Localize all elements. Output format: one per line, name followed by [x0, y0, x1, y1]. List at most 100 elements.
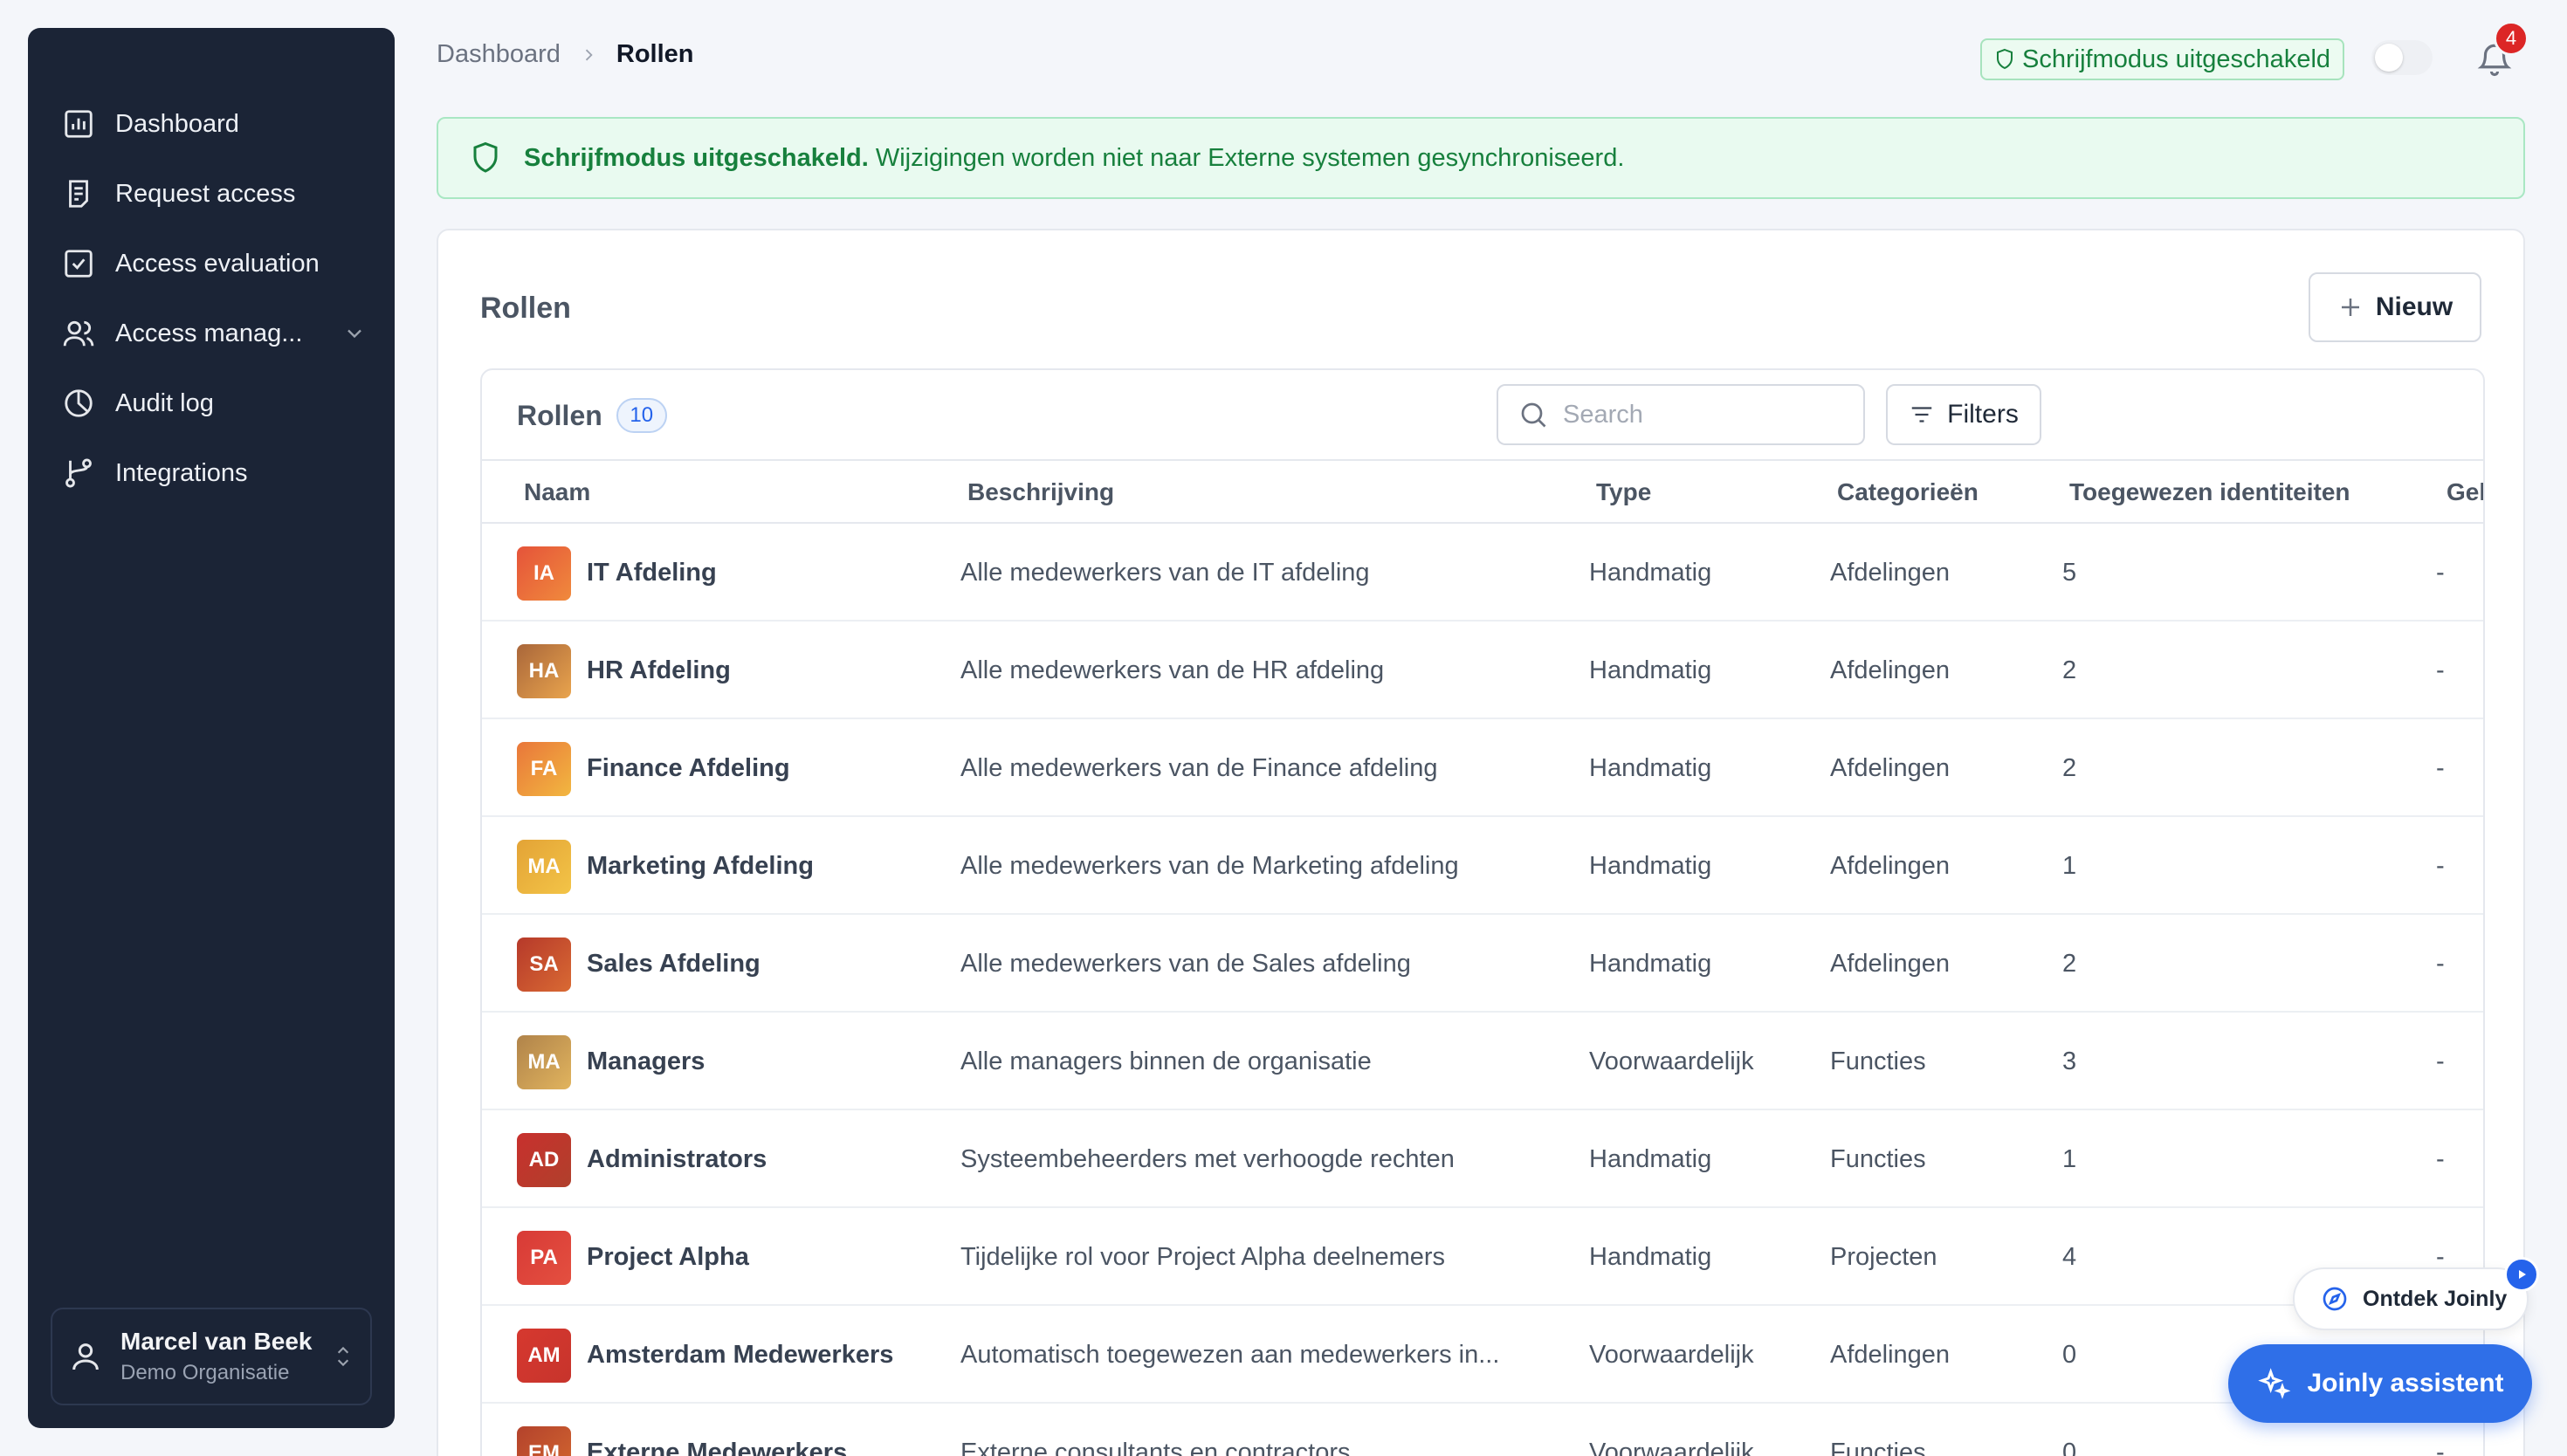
- column-header-extra[interactable]: Gel: [2447, 478, 2483, 506]
- user-icon: [72, 1343, 99, 1370]
- discover-label: Ontdek Joinly: [2363, 1286, 2508, 1311]
- role-name[interactable]: Project Alpha: [587, 1243, 749, 1272]
- role-name[interactable]: Managers: [587, 1047, 705, 1076]
- role-name[interactable]: HR Afdeling: [587, 656, 731, 685]
- user-switcher[interactable]: Marcel van Beek Demo Organisatie: [51, 1308, 372, 1405]
- table-row[interactable]: AD Administrators Systeembeheerders met ve…: [482, 1110, 2483, 1208]
- role-description: Automatisch toegewezen aan medewerkers i…: [960, 1341, 1500, 1369]
- role-type: Handmatig: [1589, 656, 1712, 684]
- discover-joinly-button[interactable]: Ontdek Joinly: [2293, 1267, 2529, 1330]
- role-category: Projecten: [1830, 1243, 1937, 1271]
- sparkles-icon: [2258, 1368, 2291, 1399]
- role-identity-count: 2: [2062, 950, 2077, 978]
- role-extra: -: [2436, 1145, 2445, 1173]
- role-description: Alle managers binnen de organisatie: [960, 1047, 1372, 1075]
- table-row[interactable]: IA IT Afdeling Alle medewerkers van de IT …: [482, 524, 2483, 622]
- role-type: Handmatig: [1589, 754, 1712, 782]
- role-extra: -: [2436, 950, 2445, 978]
- role-category: Functies: [1830, 1439, 1926, 1456]
- table-row[interactable]: PA Project Alpha Tijdelijke rol voor Proje…: [482, 1208, 2483, 1306]
- column-header-type[interactable]: Type: [1596, 478, 1651, 506]
- sidebar-item-audit-log[interactable]: Audit log: [61, 368, 384, 438]
- write-mode-toggle[interactable]: [2371, 40, 2433, 75]
- table-row[interactable]: SA Sales Afdeling Alle medewerkers van de …: [482, 915, 2483, 1013]
- role-name[interactable]: Marketing Afdeling: [587, 852, 814, 881]
- role-type: Voorwaardelijk: [1589, 1341, 1754, 1369]
- role-description: Systeembeheerders met verhoogde rechten: [960, 1145, 1455, 1173]
- table-row[interactable]: MA Marketing Afdeling Alle medewerkers van…: [482, 817, 2483, 915]
- page-title: Rollen: [480, 292, 571, 325]
- column-header-beschrijving[interactable]: Beschrijving: [967, 478, 1114, 506]
- notification-badge: 4: [2494, 21, 2529, 56]
- role-avatar: AD: [517, 1133, 571, 1187]
- role-identity-count: 4: [2062, 1243, 2077, 1271]
- role-name[interactable]: Sales Afdeling: [587, 950, 760, 979]
- role-extra: -: [2436, 1439, 2445, 1456]
- users-icon: [61, 316, 96, 351]
- table-header: Naam Beschrijving Type Categorieën Toege…: [482, 461, 2483, 524]
- roles-card: Rollen Nieuw Rollen 1 0 Filters Naam Besc…: [437, 229, 2525, 1456]
- table-row[interactable]: EM Externe Medewerkers Externe consultants…: [482, 1404, 2483, 1456]
- pie-icon: [61, 386, 96, 421]
- sidebar-item-access-management[interactable]: Access manag...: [61, 299, 384, 368]
- search-icon: [1521, 402, 1546, 428]
- breadcrumb-dashboard[interactable]: Dashboard: [437, 40, 561, 69]
- role-description: Alle medewerkers van de Sales afdeling: [960, 950, 1411, 978]
- role-name[interactable]: Amsterdam Medewerkers: [587, 1341, 893, 1370]
- role-extra: -: [2436, 754, 2445, 782]
- column-header-toegewezen-identiteiten[interactable]: Toegewezen identiteiten: [2069, 478, 2350, 506]
- sidebar-item-access-evaluation[interactable]: Access evaluation: [61, 229, 384, 299]
- role-avatar: FA: [517, 742, 571, 796]
- sidebar-item-integrations[interactable]: Integrations: [61, 438, 384, 508]
- column-header-naam[interactable]: Naam: [524, 478, 590, 506]
- role-type: Handmatig: [1589, 1145, 1712, 1173]
- role-avatar: MA: [517, 840, 571, 894]
- play-icon[interactable]: [2504, 1257, 2539, 1292]
- sidebar-item-label: Audit log: [115, 388, 214, 417]
- role-type: Voorwaardelijk: [1589, 1047, 1754, 1075]
- table-title-label: Rollen: [517, 399, 602, 431]
- alert-text: Wijzigingen worden niet naar Externe sys…: [875, 143, 1625, 172]
- role-name[interactable]: Administrators: [587, 1145, 767, 1174]
- table-body: IA IT Afdeling Alle medewerkers van de IT …: [482, 524, 2483, 1456]
- role-name[interactable]: Finance Afdeling: [587, 754, 790, 783]
- column-header-categorieen[interactable]: Categorieën: [1837, 478, 1979, 506]
- table-row[interactable]: MA Managers Alle managers binnen de organi…: [482, 1013, 2483, 1110]
- role-identity-count: 2: [2062, 656, 2077, 684]
- user-info: Marcel van Beek Demo Organisatie: [120, 1328, 312, 1385]
- role-category: Afdelingen: [1830, 754, 1951, 782]
- role-type: Handmatig: [1589, 559, 1712, 587]
- role-category: Afdelingen: [1830, 1341, 1951, 1369]
- role-identity-count: 0: [2062, 1439, 2077, 1456]
- search-box[interactable]: [1497, 384, 1865, 445]
- role-description: Alle medewerkers van de Marketing afdeli…: [960, 852, 1459, 880]
- sidebar-item-request-access[interactable]: Request access: [61, 159, 384, 229]
- branch-icon: [61, 456, 96, 491]
- table-row[interactable]: HA HR Afdeling Alle medewerkers van de HR …: [482, 622, 2483, 719]
- role-type: Handmatig: [1589, 1243, 1712, 1271]
- role-avatar: EM: [517, 1426, 571, 1456]
- role-identity-count: 3: [2062, 1047, 2077, 1075]
- chevron-right-icon: [585, 49, 593, 60]
- assistant-label: Joinly assistent: [2307, 1369, 2504, 1398]
- table-row[interactable]: FA Finance Afdeling Alle medewerkers van d…: [482, 719, 2483, 817]
- role-type: Handmatig: [1589, 852, 1712, 880]
- shield-icon: [1997, 48, 2013, 70]
- chevron-down-icon[interactable]: [342, 321, 367, 346]
- new-role-button[interactable]: Nieuw: [2309, 272, 2481, 342]
- role-name[interactable]: IT Afdeling: [587, 559, 717, 587]
- assistant-button[interactable]: Joinly assistent: [2228, 1344, 2532, 1423]
- sidebar-item-dashboard[interactable]: Dashboard: [61, 89, 384, 159]
- filters-button[interactable]: Filters: [1886, 384, 2041, 445]
- search-input[interactable]: [1563, 400, 1842, 429]
- role-description: Externe consultants en contractors: [960, 1439, 1351, 1456]
- table-row[interactable]: AM Amsterdam Medewerkers Automatisch toege…: [482, 1306, 2483, 1404]
- role-name[interactable]: Externe Medewerkers: [587, 1439, 847, 1456]
- chart-icon: [61, 106, 96, 141]
- role-identity-count: 1: [2062, 852, 2077, 880]
- role-description: Alle medewerkers van de IT afdeling: [960, 559, 1370, 587]
- role-category: Afdelingen: [1830, 656, 1951, 684]
- role-avatar: PA: [517, 1231, 571, 1285]
- role-category: Functies: [1830, 1145, 1926, 1173]
- sidebar-item-label: Access evaluation: [115, 249, 320, 278]
